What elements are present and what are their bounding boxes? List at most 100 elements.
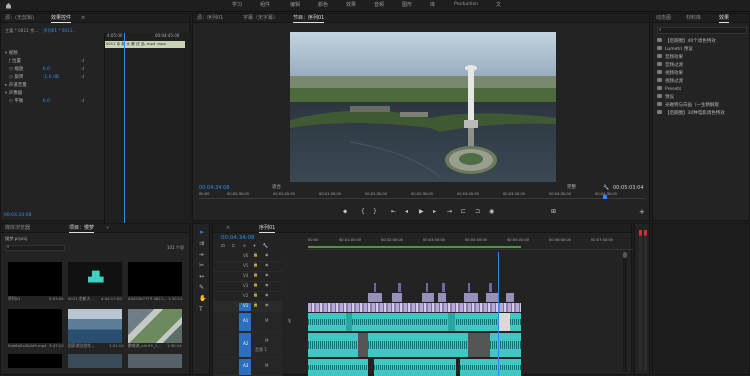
workspace-production[interactable]: Production — [454, 2, 478, 7]
video-section-header[interactable]: ▾ 视频 — [5, 51, 18, 56]
nest-icon[interactable]: ⊡ — [221, 244, 225, 249]
project-thumbnail[interactable] — [128, 354, 182, 368]
tab-source-sequence[interactable]: 源：序列01 — [197, 15, 223, 21]
in-point-icon[interactable]: { — [361, 208, 365, 215]
razor-icon[interactable]: ✂ — [199, 262, 204, 269]
workspace-color[interactable]: 颜色 — [318, 2, 328, 8]
type-tool-icon[interactable]: T — [199, 306, 203, 313]
effects-item[interactable]: 【后期圈】40个调色特效 — [657, 38, 716, 44]
tab-library[interactable]: 材料库 — [686, 15, 701, 21]
project-thumbnail[interactable] — [128, 262, 182, 296]
position-row[interactable]: ƒ 位置 — [9, 59, 21, 64]
fit-dropdown[interactable]: 适合 — [272, 185, 281, 190]
lock-icon[interactable]: 🔒 — [253, 262, 258, 268]
tab-overflow[interactable]: » — [106, 225, 109, 231]
out-point-icon[interactable]: } — [373, 208, 377, 215]
insert-icon[interactable]: ⊏ — [461, 208, 466, 215]
workspace-assembly[interactable]: 组件 — [260, 2, 270, 8]
project-thumbnail[interactable] — [68, 309, 122, 343]
go-to-in-icon[interactable]: ⇤ — [391, 208, 396, 215]
mute-button[interactable]: M — [265, 318, 268, 324]
track-header-a3[interactable]: A3 M — [213, 358, 283, 376]
project-thumbnail[interactable] — [8, 262, 62, 296]
workspace-graphics[interactable]: 图形 — [402, 2, 412, 8]
effects-item[interactable]: 视频效果 — [657, 70, 683, 76]
eye-icon[interactable]: ◉ — [265, 272, 269, 278]
video-clip[interactable] — [468, 283, 470, 292]
reset-icon[interactable]: ↺ — [81, 74, 84, 80]
mute-button[interactable]: M — [265, 363, 268, 369]
go-to-out-icon[interactable]: ⇥ — [447, 208, 452, 215]
hand-tool-icon[interactable]: ✋ — [199, 295, 206, 302]
reset-icon[interactable]: ↺ — [81, 58, 84, 64]
effects-item[interactable]: 光磁特与白画（一生精解版 — [657, 102, 719, 108]
work-area-bar[interactable] — [308, 246, 521, 248]
video-clip[interactable] — [398, 283, 401, 292]
add-button-icon[interactable]: + — [639, 208, 645, 216]
effect-controls-timecode[interactable]: 00:04:34:08 — [4, 213, 31, 218]
workspace-edit[interactable]: 编辑 — [290, 2, 300, 8]
snap-icon[interactable]: ⊏ — [232, 244, 236, 249]
track-header-v2[interactable]: V2 🔒 ◉ — [213, 292, 283, 302]
reset-icon[interactable]: ↺ — [81, 66, 84, 72]
timeline-settings-icon[interactable]: 🔧 — [263, 244, 269, 249]
video-clip[interactable] — [464, 293, 478, 302]
workspace-libraries[interactable]: 库 — [430, 2, 435, 8]
tab-sequence-01[interactable]: 序列01 — [259, 225, 276, 233]
video-clip[interactable] — [438, 293, 446, 302]
balance-row[interactable]: ◷ 平衡 0.0 — [9, 99, 50, 104]
effects-item[interactable]: 视频过渡 — [657, 78, 683, 84]
video-clip[interactable] — [392, 293, 402, 302]
project-search-input[interactable]: ⌕ — [5, 245, 65, 251]
button-editor-icon[interactable]: ⊞ — [551, 208, 556, 215]
tab-effect-controls[interactable]: 效果控件 — [51, 15, 72, 23]
workspace-text[interactable]: 文 — [496, 2, 501, 8]
effects-item[interactable]: 音频效果 — [657, 54, 683, 60]
linked-selection-icon[interactable]: ∞ — [243, 244, 247, 249]
video-clip[interactable] — [422, 293, 434, 302]
effects-item[interactable]: 【后期圈】30种电影调色特效 — [657, 110, 725, 116]
effects-item[interactable]: Presets — [657, 86, 681, 92]
timeline-scrollbar[interactable] — [623, 252, 627, 372]
program-timecode[interactable]: 00:04:34:08 — [199, 185, 230, 191]
audio-clip-a3[interactable] — [374, 359, 456, 376]
panner-section-header[interactable]: ▾ 声像器 — [5, 91, 22, 96]
scrollbar-thumb[interactable] — [623, 252, 627, 258]
ripple-edit-icon[interactable]: ⟛ — [199, 251, 204, 258]
tab-program[interactable]: 节目：序列01 — [293, 15, 325, 23]
track-header-a1[interactable]: A1 M 🎙 — [213, 312, 292, 332]
program-video-frame[interactable] — [290, 32, 556, 182]
program-playhead[interactable] — [603, 195, 607, 199]
track-header-v1[interactable]: V1 🔒 ◉ — [213, 302, 283, 312]
eye-icon[interactable]: ◉ — [265, 292, 269, 298]
effect-mini-timeline[interactable]: 4:05:00 00:04:45:00 0011 京 新 大 赛 试 品 .mp… — [104, 33, 190, 223]
lock-icon[interactable]: 🔒 — [253, 302, 258, 308]
timeline-playhead[interactable] — [498, 252, 499, 376]
tab-source[interactable]: 源：(无剪辑) — [5, 15, 34, 21]
timeline-timecode[interactable]: 00:04:34:08 — [221, 235, 255, 242]
audio-clip[interactable] — [448, 313, 455, 331]
add-marker-icon[interactable]: ▾ — [253, 244, 255, 249]
program-time-ruler[interactable]: 00:00 00:00:30:00 00:01:00:00 00:01:30:0… — [199, 192, 645, 200]
effects-item[interactable]: Lumetri 预设 — [657, 46, 693, 52]
slip-tool-icon[interactable]: ↔ — [199, 273, 204, 280]
audio-clip-a3[interactable] — [460, 359, 521, 376]
workspace-effects[interactable]: 效果 — [346, 2, 356, 8]
track-header-a2[interactable]: A2 M 音频 1 — [213, 332, 283, 358]
lock-icon[interactable]: 🔒 — [253, 282, 258, 288]
panel-menu-icon[interactable]: ≡ — [81, 15, 85, 21]
mute-button[interactable]: M — [265, 338, 268, 344]
mic-icon[interactable]: 🎙 — [287, 318, 292, 324]
sequence-clip-label[interactable]: 序列01 * 0011... — [43, 28, 76, 33]
mini-timeline-clip[interactable]: 0011 京 新 大 赛 试 品 .mp4 .mpa — [105, 41, 185, 48]
project-thumbnail[interactable] — [8, 354, 62, 368]
camera-icon[interactable]: ◉ — [489, 208, 494, 215]
selection-tool-icon[interactable]: ➤ — [199, 229, 204, 236]
scale-row[interactable]: ◷ 缩放 0.0 — [9, 67, 50, 72]
workspace-audio[interactable]: 音频 — [374, 2, 384, 8]
audio-clip-a1[interactable] — [308, 313, 521, 331]
tab-captions[interactable]: 字幕（无字幕） — [243, 15, 278, 21]
eye-icon[interactable]: ◉ — [265, 262, 269, 268]
effects-search-input[interactable]: ⌕ — [657, 27, 747, 34]
tab-effects[interactable]: 效果 — [719, 15, 730, 23]
